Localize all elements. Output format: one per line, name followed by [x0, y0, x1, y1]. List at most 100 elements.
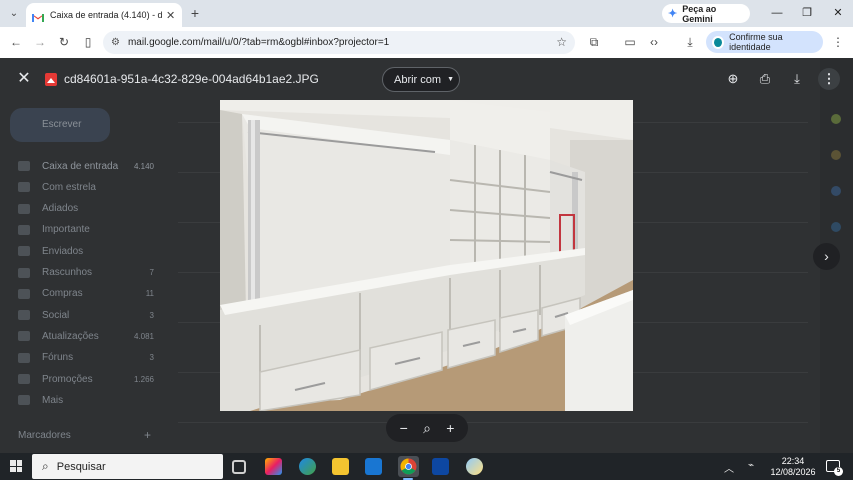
- sidebar-item-count: 7: [149, 268, 154, 277]
- sidebar-item-icon: [18, 395, 30, 406]
- bookmark-star-icon[interactable]: ☆: [556, 35, 567, 49]
- sidebar-item-count: 4.140: [133, 161, 154, 171]
- sidebar-item-icon: [18, 246, 30, 257]
- sidebar-item: Promoções 1.266: [18, 371, 168, 387]
- contacts-icon: [831, 222, 841, 232]
- copilot-icon[interactable]: [265, 458, 282, 475]
- url-text: mail.google.com/mail/u/0/?tab=rm&ogbl#in…: [127, 37, 390, 48]
- sidebar-item: Adiados: [18, 201, 168, 217]
- zoom-reset-icon[interactable]: ⌕: [418, 420, 436, 437]
- reload-icon[interactable]: ↻: [56, 34, 72, 50]
- keep-icon: [831, 150, 841, 160]
- notification-count-badge: 5: [834, 467, 843, 476]
- sidebar-item-icon: [18, 203, 30, 214]
- extensions-icon[interactable]: ⧉: [586, 34, 602, 50]
- sidebar-item-icon: [18, 288, 30, 299]
- outlook-icon[interactable]: [365, 458, 382, 475]
- new-tab-button[interactable]: +: [187, 5, 203, 21]
- profile-avatar: [712, 35, 725, 49]
- add-to-drive-icon[interactable]: ⊕: [724, 70, 742, 88]
- verify-identity-chip[interactable]: Confirme sua identidade: [706, 31, 823, 53]
- sidebar-item-icon: [18, 267, 30, 278]
- site-info-icon[interactable]: ⚙: [111, 37, 120, 48]
- taskbar-search[interactable]: ⌕ Pesquisar: [32, 454, 223, 479]
- open-with-button[interactable]: Abrir com ▼: [382, 67, 460, 92]
- tab-search-chevron-icon[interactable]: ⌄: [6, 5, 22, 21]
- sidebar-item-label: Rascunhos: [42, 267, 93, 278]
- gmail-icon: [32, 11, 44, 22]
- sidebar-item-label: Mais: [42, 394, 64, 406]
- sidebar-item-count: 11: [145, 289, 154, 299]
- file-explorer-icon[interactable]: [332, 458, 349, 475]
- maximize-button[interactable]: ❐: [799, 5, 815, 21]
- browser-tab-gmail[interactable]: Caixa de entrada (4.140) - dasil ✕: [26, 3, 182, 27]
- sidebar-item-label: Promoções: [42, 373, 93, 385]
- sidebar-item-label: Com estrela: [42, 181, 96, 193]
- attachment-filename: cd84601a-951a-4c32-829e-004ad64b1ae2.JPG: [64, 72, 319, 86]
- address-bar[interactable]: ⚙ mail.google.com/mail/u/0/?tab=rm&ogbl#…: [103, 31, 575, 54]
- gmail-sidebar: Escrever Caixa de entrada 4.140 Com estrel…: [0, 58, 170, 453]
- clock-date: 12/08/2026: [770, 467, 816, 477]
- task-view-icon[interactable]: [232, 460, 246, 474]
- open-with-label: Abrir com: [394, 73, 442, 86]
- labels-header: Marcadores: [18, 430, 71, 441]
- sidebar-item: Social 3: [18, 307, 168, 323]
- sidebar-item-label: Caixa de entrada: [42, 160, 119, 172]
- sidebar-item-icon: [18, 182, 30, 193]
- list-divider: [178, 422, 808, 423]
- chrome-icon: [400, 458, 417, 475]
- zoom-out-icon[interactable]: −: [395, 420, 413, 436]
- chrome-taskbar-button[interactable]: [398, 456, 419, 477]
- add-label-icon: +: [144, 428, 152, 442]
- shelving-photo: [220, 100, 633, 411]
- sidebar-item-icon: [18, 224, 30, 235]
- code-icon[interactable]: ‹›: [646, 34, 662, 50]
- paint-icon[interactable]: [466, 458, 483, 475]
- sidebar-item: Atualizações 4.081: [18, 328, 168, 344]
- compose-button: Escrever: [10, 108, 110, 142]
- print-icon[interactable]: ⎙: [756, 70, 774, 88]
- minimize-button[interactable]: —: [769, 5, 785, 21]
- sidebar-item: Rascunhos 7: [18, 265, 168, 281]
- edge-icon[interactable]: [299, 458, 316, 475]
- sidebar-item: Enviados: [18, 243, 168, 259]
- more-options-icon[interactable]: ⋮: [818, 68, 840, 90]
- image-viewer-toolbar: ✕ cd84601a-951a-4c32-829e-004ad64b1ae2.J…: [0, 58, 853, 100]
- back-arrow-icon[interactable]: ←: [8, 34, 24, 50]
- sidebar-item: Importante: [18, 222, 168, 238]
- identity-label: Confirme sua identidade: [729, 32, 783, 52]
- browser-menu-icon[interactable]: ⋮: [830, 34, 846, 50]
- sidebar-item-label: Atualizações: [42, 330, 99, 342]
- sidebar-item: Compras 11: [18, 286, 168, 302]
- forward-arrow-icon[interactable]: →: [32, 34, 48, 50]
- sidebar-item: Mais: [18, 392, 168, 408]
- ask-gemini-button[interactable]: ✦ Peça ao Gemini: [662, 4, 750, 24]
- reading-mode-icon[interactable]: ▭: [622, 34, 638, 50]
- sidebar-item-label: Adiados: [42, 203, 79, 215]
- next-attachment-button[interactable]: ›: [813, 243, 840, 270]
- attachment-image-preview: [220, 100, 633, 411]
- windows-start-icon[interactable]: [10, 460, 22, 472]
- network-icon[interactable]: ⌁: [748, 460, 754, 471]
- sidebar-item-count: 4.081: [133, 331, 154, 341]
- split-view-icon[interactable]: ▯: [80, 34, 96, 50]
- teams-icon[interactable]: [432, 458, 449, 475]
- sidebar-item-label: Fóruns: [42, 352, 74, 364]
- browser-tab-strip: ⌄ Caixa de entrada (4.140) - dasil ✕ + ✦…: [0, 0, 853, 27]
- sidebar-item-count: 3: [149, 310, 154, 320]
- sidebar-item-label: Compras: [42, 288, 83, 300]
- sidebar-item-count: 3: [149, 353, 154, 363]
- dropdown-caret-icon: ▼: [447, 76, 454, 83]
- download-icon[interactable]: ⤓: [682, 34, 698, 50]
- taskbar-search-label: Pesquisar: [56, 460, 106, 473]
- sidebar-item-icon: [18, 161, 30, 171]
- zoom-in-icon[interactable]: +: [441, 420, 459, 436]
- close-viewer-icon[interactable]: ✕: [15, 70, 33, 88]
- sidebar-item-count: 1.266: [133, 374, 154, 384]
- tab-close-icon[interactable]: ✕: [166, 9, 175, 22]
- system-clock[interactable]: 22:34 12/08/2026: [768, 456, 818, 478]
- close-window-button[interactable]: ✕: [830, 5, 846, 21]
- image-file-icon: [45, 73, 57, 86]
- show-hidden-icons-chevron[interactable]: ︿: [724, 460, 734, 475]
- download-attachment-icon[interactable]: ⤓: [788, 70, 806, 88]
